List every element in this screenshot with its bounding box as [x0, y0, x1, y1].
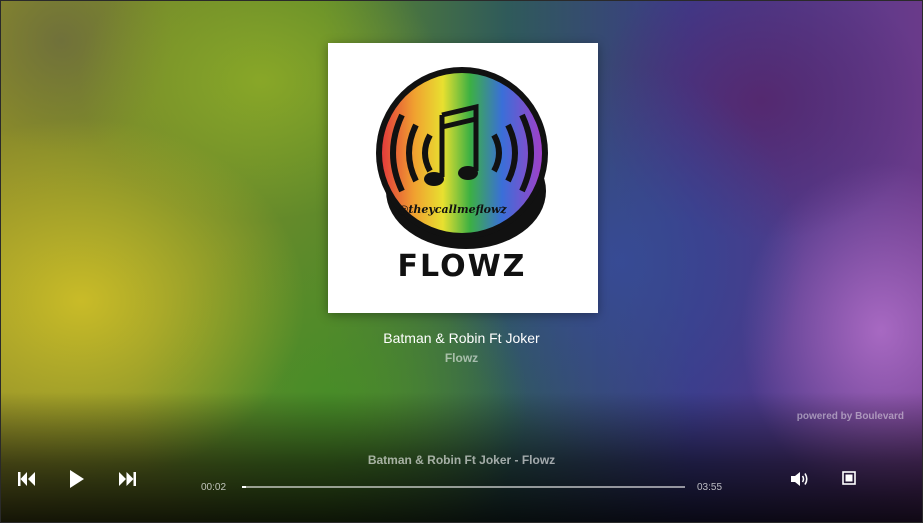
current-time: 00:02	[201, 482, 227, 493]
track-artist[interactable]: Flowz	[1, 351, 922, 365]
skip-back-icon	[18, 472, 35, 486]
track-title: Batman & Robin Ft Joker	[383, 330, 540, 346]
next-button[interactable]	[118, 471, 136, 487]
volume-button[interactable]	[791, 471, 810, 487]
cover-logo-text: FLOWZ	[398, 249, 527, 284]
seek-bar[interactable]	[242, 486, 685, 488]
now-playing-label: Batman & Robin Ft Joker - Flowz	[367, 453, 556, 467]
fullscreen-button[interactable]	[842, 471, 856, 485]
powered-by-link[interactable]: powered by Boulevard	[797, 411, 904, 422]
fullscreen-icon	[842, 471, 856, 485]
skip-forward-icon	[119, 472, 136, 486]
cover-handle-text: @theycallmeflowz	[397, 203, 507, 216]
audio-player: @theycallmeflowz FLOWZ Batman & Robin Ft…	[0, 0, 923, 523]
previous-button[interactable]	[18, 471, 36, 487]
volume-icon	[791, 472, 808, 486]
play-button[interactable]	[69, 470, 85, 488]
play-icon	[70, 470, 84, 488]
flowz-logo: @theycallmeflowz FLOWZ	[376, 67, 548, 284]
seek-bar-progress	[242, 486, 246, 488]
album-cover: @theycallmeflowz FLOWZ	[328, 43, 598, 313]
duration-time: 03:55	[697, 482, 723, 493]
